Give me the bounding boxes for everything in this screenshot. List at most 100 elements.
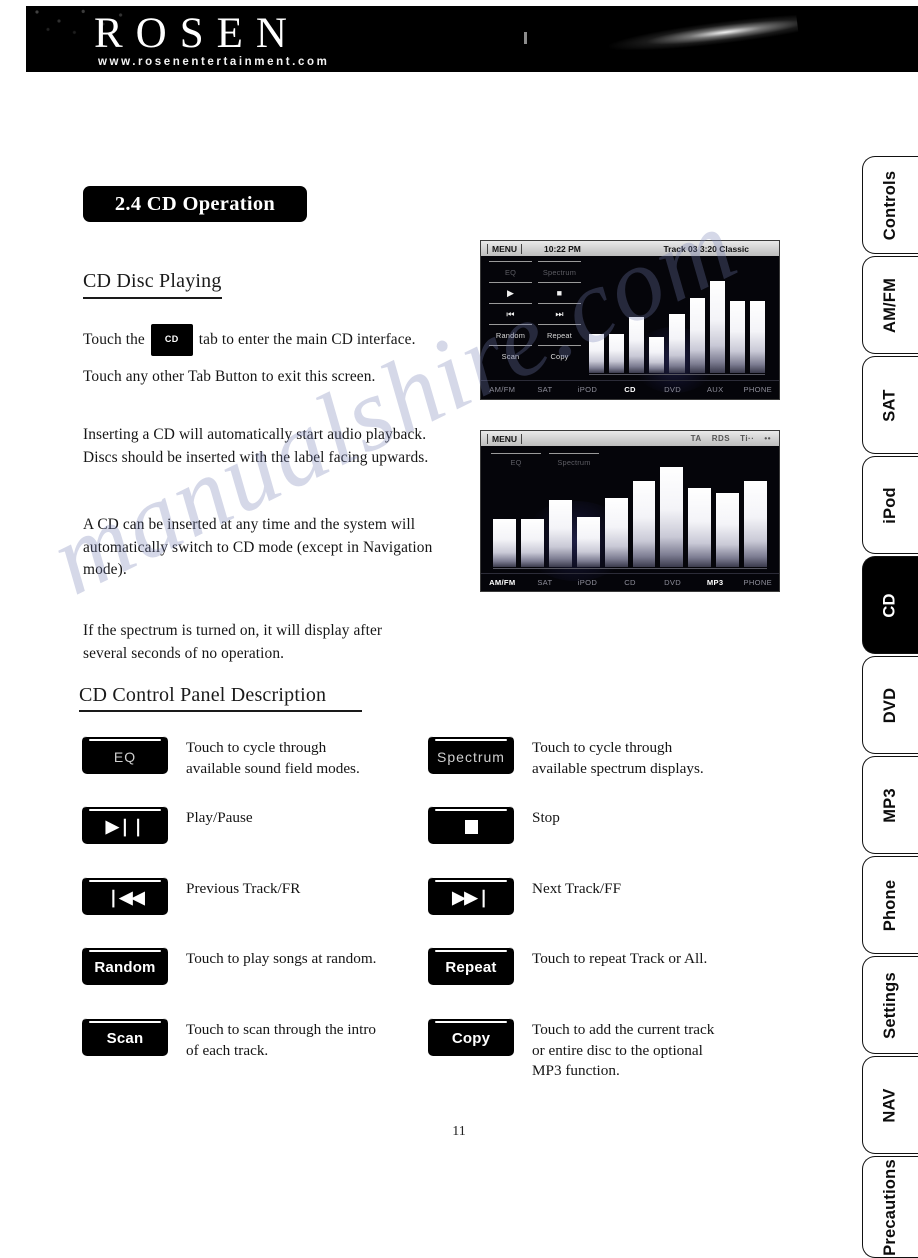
screenshot1-tab-dvd[interactable]: DVD bbox=[651, 385, 694, 394]
screenshot1-tab-phone[interactable]: PHONE bbox=[736, 385, 779, 394]
chapter-tab-label: AM/FM bbox=[881, 277, 900, 333]
button-highlight-bar bbox=[89, 880, 161, 882]
control-button-scan[interactable]: Scan bbox=[82, 1018, 168, 1056]
screenshot2-tab-ipod[interactable]: iPOD bbox=[566, 578, 609, 587]
screenshot2-tab-phone[interactable]: PHONE bbox=[736, 578, 779, 587]
heading-cd-control-panel: CD Control Panel Description bbox=[79, 684, 327, 706]
chapter-tab-amfm[interactable]: AM/FM bbox=[862, 256, 918, 354]
screenshot1-control--5[interactable]: ⏭ bbox=[538, 303, 581, 324]
screenshot2-tab-sat[interactable]: SAT bbox=[524, 578, 567, 587]
chapter-tab-label: DVD bbox=[881, 687, 899, 723]
screenshot1-control-grid: EQ Spectrum ▶ ■ ⏮ ⏭ Random Repeat Scan Copy bbox=[489, 261, 581, 366]
control-button-stop[interactable] bbox=[428, 806, 514, 844]
screenshot2-status-icon-3: •• bbox=[764, 434, 771, 443]
screenshot2-spectrum-analyzer bbox=[493, 467, 768, 567]
button-label: Spectrum bbox=[437, 748, 505, 765]
button-highlight-bar bbox=[435, 1021, 507, 1023]
button-highlight-bar bbox=[89, 950, 161, 952]
button-highlight-bar bbox=[435, 739, 507, 741]
heading-rule-disc-playing bbox=[83, 297, 222, 299]
control-button-next-track-ff[interactable]: ▶▶❘ bbox=[428, 877, 514, 915]
screenshot2-spectrum-bar-6 bbox=[660, 467, 684, 567]
screenshot1-spectrum-bar-3 bbox=[649, 337, 665, 373]
screenshot2-status-icons: TA RDS Ti·· •• bbox=[691, 434, 771, 443]
screenshot1-spectrum-bar-8 bbox=[749, 301, 765, 373]
screenshot2-tab-mp3[interactable]: MP3 bbox=[694, 578, 737, 587]
control-description-next-track-ff: Next Track/FF bbox=[532, 880, 622, 897]
paragraph-inserting-cd: Inserting a CD will automatically start … bbox=[83, 426, 429, 466]
screenshot1-spectrum-bar-2 bbox=[629, 316, 645, 373]
screenshot1-control--2[interactable]: ▶ bbox=[489, 282, 532, 303]
paragraph-text-before-chip: Touch the bbox=[83, 331, 145, 348]
screenshot2-tab-amfm[interactable]: AM/FM bbox=[481, 578, 524, 587]
screenshot2-spectrum-bar-2 bbox=[548, 500, 572, 567]
chapter-tab-ipod[interactable]: iPod bbox=[862, 456, 918, 554]
screenshot1-spectrum-bar-7 bbox=[729, 301, 745, 373]
control-button-repeat[interactable]: Repeat bbox=[428, 947, 514, 985]
screenshot1-spectrum-bar-0 bbox=[589, 334, 605, 373]
heading-cd-disc-playing: CD Disc Playing bbox=[83, 270, 222, 292]
screenshot1-tab-sat[interactable]: SAT bbox=[524, 385, 567, 394]
chapter-tab-precautions[interactable]: Precautions bbox=[862, 1156, 918, 1258]
screenshot1-control-copy-9[interactable]: Copy bbox=[538, 345, 581, 366]
screenshot1-spectrum-bar-1 bbox=[609, 334, 625, 373]
screenshot2-spectrum-bar-8 bbox=[716, 493, 740, 567]
control-description-previous-track-fr: Previous Track/FR bbox=[186, 880, 301, 897]
chapter-tab-controls[interactable]: Controls bbox=[862, 156, 918, 254]
screenshot1-control-eq-0[interactable]: EQ bbox=[489, 261, 532, 282]
screenshot1-menu-button[interactable]: MENU bbox=[487, 243, 523, 254]
transport-glyph-icon: ❘◀◀ bbox=[106, 887, 144, 907]
screenshot1-control-scan-8[interactable]: Scan bbox=[489, 345, 532, 366]
screenshot1-control--3[interactable]: ■ bbox=[538, 282, 581, 303]
screenshot1-track-info: Track 03 3:20 Classic bbox=[663, 243, 749, 254]
paragraph-touch-cd-tab: Touch the CD tab to enter the main CD inte… bbox=[83, 324, 453, 356]
chapter-tab-label: NAV bbox=[881, 1087, 899, 1123]
screenshot1-tab-amfm[interactable]: AM/FM bbox=[481, 385, 524, 394]
screenshot1-spectrum-bar-5 bbox=[689, 298, 705, 373]
screenshot2-menu-button[interactable]: MENU bbox=[487, 433, 523, 444]
screenshot1-control--4[interactable]: ⏮ bbox=[489, 303, 532, 324]
screenshot2-status-icon-2: Ti·· bbox=[740, 434, 755, 443]
button-highlight-bar bbox=[89, 1021, 161, 1023]
page-number: 11 bbox=[452, 1124, 466, 1139]
chapter-tab-cd[interactable]: CD bbox=[862, 556, 918, 654]
control-description-touch-to-add-the-current: Touch to add the current track or entire … bbox=[532, 1021, 715, 1079]
chapter-tab-label: Settings bbox=[881, 971, 900, 1039]
paragraph-spectrum-display: If the spectrum is turned on, it will di… bbox=[83, 622, 383, 662]
control-button-copy[interactable]: Copy bbox=[428, 1018, 514, 1056]
chapter-tab-dvd[interactable]: DVD bbox=[862, 656, 918, 754]
header-light-streak-icon bbox=[607, 12, 799, 58]
screenshot2-tab-cd[interactable]: CD bbox=[609, 578, 652, 587]
button-label: Random bbox=[94, 959, 156, 976]
control-button-eq[interactable]: EQ bbox=[82, 736, 168, 774]
screenshot1-spectrum-analyzer bbox=[589, 281, 765, 373]
screenshot-cd-main-interface: MENU 10:22 PM Track 03 3:20 Classic EQ Sp… bbox=[480, 240, 780, 400]
screenshot1-spectrum-bar-6 bbox=[709, 281, 725, 373]
chapter-tab-settings[interactable]: Settings bbox=[862, 956, 918, 1054]
screenshot1-control-repeat-7[interactable]: Repeat bbox=[538, 324, 581, 345]
control-button-play-pause[interactable]: ▶❘❘ bbox=[82, 806, 168, 844]
screenshot1-control-spectrum-1[interactable]: Spectrum bbox=[538, 261, 581, 282]
chapter-tab-mp3[interactable]: MP3 bbox=[862, 756, 918, 854]
control-button-random[interactable]: Random bbox=[82, 947, 168, 985]
control-description-touch-to-scan-through-th: Touch to scan through the intro of each t… bbox=[186, 1021, 377, 1059]
screenshot1-tab-ipod[interactable]: iPOD bbox=[566, 385, 609, 394]
paragraph-text-after-chip: tab to enter the main CD interface. bbox=[198, 331, 416, 348]
screenshot2-tab-dvd[interactable]: DVD bbox=[651, 578, 694, 587]
button-highlight-bar bbox=[435, 880, 507, 882]
screenshot1-tab-cd[interactable]: CD bbox=[609, 385, 652, 394]
chapter-tab-phone[interactable]: Phone bbox=[862, 856, 918, 954]
button-label: Scan bbox=[106, 1030, 144, 1047]
screenshot1-spectrum-baseline bbox=[589, 374, 765, 375]
screenshot1-status-bar: MENU 10:22 PM Track 03 3:20 Classic bbox=[481, 241, 779, 256]
control-button-previous-track-fr[interactable]: ❘◀◀ bbox=[82, 877, 168, 915]
chapter-tab-sat[interactable]: SAT bbox=[862, 356, 918, 454]
inline-cd-tab-chip: CD bbox=[150, 324, 193, 356]
screenshot2-spectrum-bar-0 bbox=[493, 519, 516, 567]
control-button-spectrum[interactable]: Spectrum bbox=[428, 736, 514, 774]
section-title-text: 2.4 CD Operation bbox=[114, 192, 276, 215]
screenshot1-control-random-6[interactable]: Random bbox=[489, 324, 532, 345]
screenshot1-tab-aux[interactable]: AUX bbox=[694, 385, 737, 394]
screenshot2-spectrum-bar-7 bbox=[688, 488, 712, 567]
chapter-tab-label: CD bbox=[880, 592, 899, 618]
